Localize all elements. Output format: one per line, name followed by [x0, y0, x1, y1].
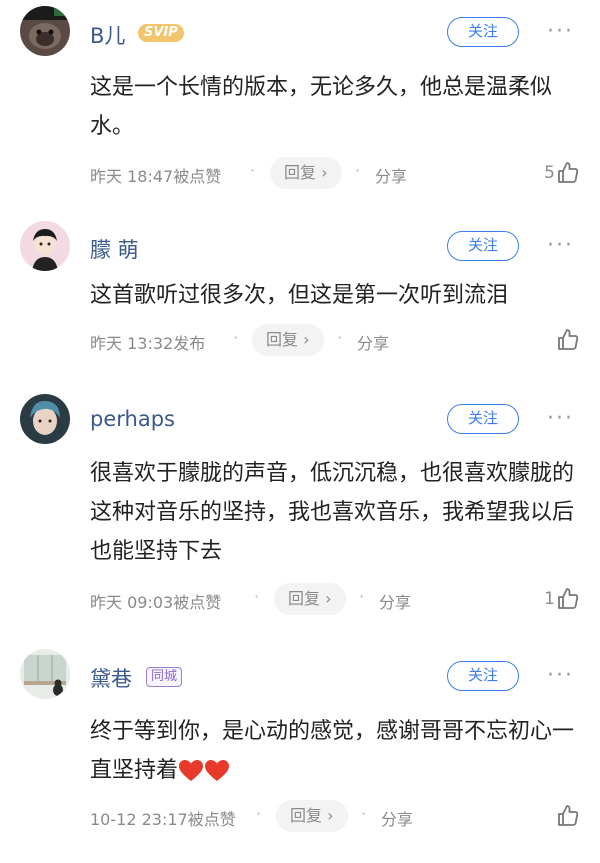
more-dots-icon[interactable]: ···: [547, 665, 574, 687]
like-button[interactable]: 1: [544, 585, 580, 613]
comment-meta: 昨天 13:32发布 · 回复 › · 分享: [90, 324, 580, 356]
avatar[interactable]: [20, 394, 70, 444]
separator-dot: ·: [256, 804, 262, 823]
comment-text: 终于等到你，是心动的感觉，感谢哥哥不忘初心一直坚持着: [90, 712, 580, 790]
separator-dot: ·: [337, 328, 343, 347]
avatar[interactable]: [20, 649, 70, 699]
same-city-badge: 同城: [146, 667, 183, 687]
like-button[interactable]: [555, 802, 580, 830]
avatar[interactable]: [20, 221, 70, 271]
follow-button[interactable]: 关注: [447, 17, 519, 47]
like-button[interactable]: [555, 326, 580, 354]
follow-button[interactable]: 关注: [447, 231, 519, 261]
separator-dot: ·: [361, 804, 367, 823]
follow-button[interactable]: 关注: [447, 404, 519, 434]
comment-text: 这首歌听过很多次，但这是第一次听到流泪: [90, 283, 509, 308]
reply-button[interactable]: 回复 ›: [274, 583, 346, 615]
avatar[interactable]: [20, 6, 70, 56]
username[interactable]: 朦 萌: [90, 234, 139, 264]
reply-button[interactable]: 回复 ›: [252, 324, 324, 356]
heart-emoji-icon: [179, 760, 204, 781]
separator-dot: ·: [250, 161, 256, 180]
comment-time: 昨天 09:03被点赞: [90, 593, 222, 612]
username[interactable]: B儿: [90, 20, 125, 50]
separator-dot: ·: [359, 587, 365, 606]
thumbs-up-icon: [558, 162, 579, 183]
separator-dot: ·: [355, 161, 361, 180]
thumbs-up-icon: [558, 805, 579, 826]
comment-text-body: 终于等到你，是心动的感觉，感谢哥哥不忘初心一直坚持着: [90, 719, 575, 783]
like-count: 1: [544, 589, 555, 609]
comment-time: 昨天 13:32发布: [90, 334, 206, 353]
share-button[interactable]: 分享: [381, 806, 413, 830]
comment-meta: 10-12 23:17被点赞 · 回复 › · 分享: [90, 800, 580, 832]
separator-dot: ·: [254, 587, 260, 606]
thumbs-up-icon: [558, 588, 579, 609]
comment-time: 10-12 23:17被点赞: [90, 810, 236, 829]
reply-button[interactable]: 回复 ›: [270, 157, 342, 189]
comment-text: 这是一个长情的版本，无论多久，他总是温柔似水。: [90, 75, 553, 139]
comment-meta: 昨天 18:47被点赞 · 回复 › · 分享 5: [90, 157, 580, 189]
share-button[interactable]: 分享: [375, 163, 407, 187]
username[interactable]: perhaps: [90, 407, 175, 431]
comment-text: 很喜欢于朦胧的声音，低沉沉稳，也很喜欢朦胧的这种对音乐的坚持，我也喜欢音乐，我希…: [90, 461, 575, 564]
share-button[interactable]: 分享: [357, 330, 389, 354]
heart-emoji-icon: [205, 760, 230, 781]
more-dots-icon[interactable]: ···: [547, 21, 574, 43]
like-button[interactable]: 5: [544, 159, 580, 187]
like-count: 5: [544, 163, 555, 183]
thumbs-up-icon: [558, 329, 579, 350]
comment-time: 昨天 18:47被点赞: [90, 167, 222, 186]
reply-button[interactable]: 回复 ›: [276, 800, 348, 832]
separator-dot: ·: [233, 328, 239, 347]
comment-meta: 昨天 09:03被点赞 · 回复 › · 分享 1: [90, 583, 580, 615]
more-dots-icon[interactable]: ···: [547, 235, 574, 257]
svip-badge: SVIP: [138, 24, 184, 42]
username[interactable]: 黛巷: [90, 663, 132, 693]
share-button[interactable]: 分享: [379, 589, 411, 613]
follow-button[interactable]: 关注: [447, 661, 519, 691]
more-dots-icon[interactable]: ···: [547, 408, 574, 430]
